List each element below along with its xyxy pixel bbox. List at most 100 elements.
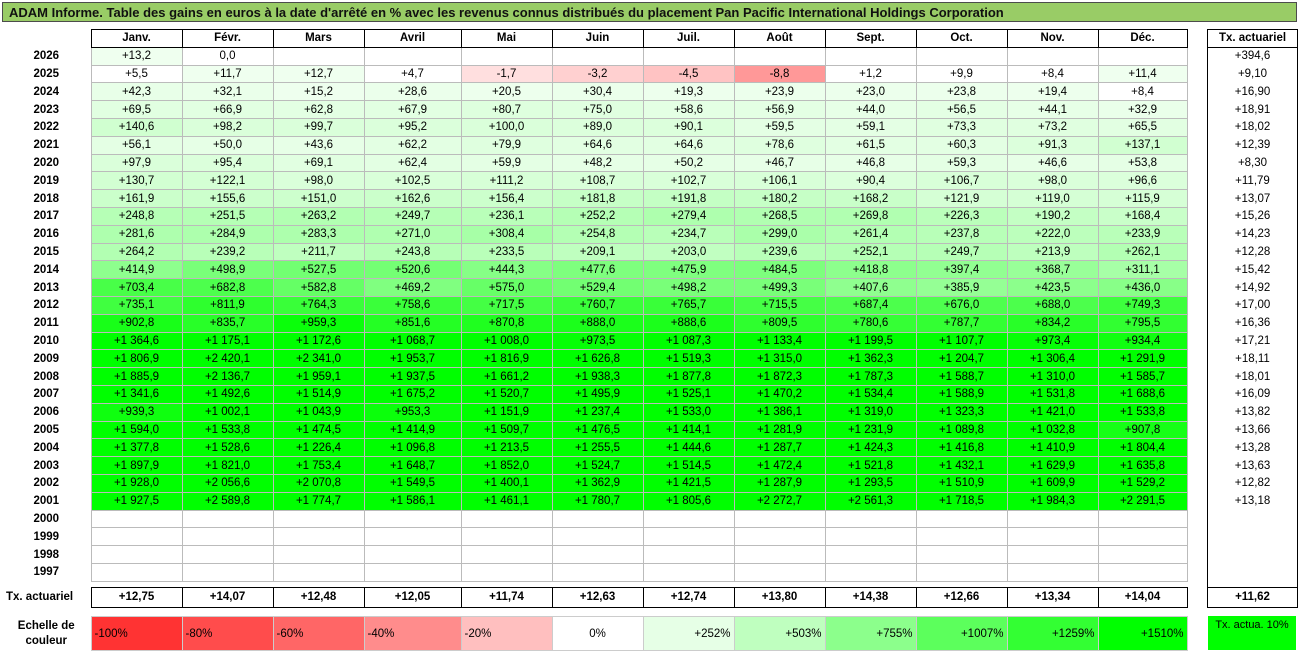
overall-rate-cell: +11,62 <box>1207 586 1298 608</box>
rate-cell: +14,92 <box>1207 278 1298 297</box>
gain-cell: +98,0 <box>272 171 365 191</box>
gain-cell: +385,9 <box>915 278 1008 297</box>
rate-cell: +18,02 <box>1207 118 1298 137</box>
gain-cell: +498,9 <box>181 260 274 280</box>
gain-cell: +888,6 <box>642 313 735 333</box>
gain-cell <box>733 509 826 529</box>
gain-cell: +1 928,0 <box>90 473 183 493</box>
gain-cell: +98,2 <box>181 117 274 137</box>
gain-cell: +1 531,8 <box>1006 384 1099 404</box>
month-rate-cell: +14,04 <box>1097 586 1188 608</box>
gain-cell <box>272 527 365 547</box>
year-label: 2015 <box>33 245 60 258</box>
gain-cell: +520,6 <box>363 260 462 280</box>
gain-cell: +155,6 <box>181 189 274 208</box>
gain-cell: -4,5 <box>642 64 735 84</box>
gain-cell: +122,1 <box>181 171 274 191</box>
gain-cell: +787,7 <box>915 313 1008 333</box>
gain-cell: +939,3 <box>90 402 183 422</box>
gain-cell: +213,9 <box>1006 242 1099 262</box>
gain-cell: +162,6 <box>363 189 462 208</box>
gain-cell: +234,7 <box>642 224 735 244</box>
table-row: 2013 +703,4 +682,8 +582,8 +469,2 +575,0 +529,4… <box>2 278 1188 297</box>
gain-cell <box>460 545 553 564</box>
report-title: ADAM Informe. Table des gains en euros à… <box>2 2 1297 22</box>
gain-cell <box>733 46 826 66</box>
gain-cell <box>642 527 735 547</box>
gain-cell: +973,5 <box>551 331 644 351</box>
rate-cell: +12,39 <box>1207 136 1298 155</box>
gain-cell: +1 852,0 <box>460 456 553 475</box>
gain-cell: +1 519,3 <box>642 349 735 369</box>
gain-cell: +765,7 <box>642 295 735 315</box>
gain-cell: +1 089,8 <box>915 420 1008 440</box>
year-label: 2026 <box>33 50 60 63</box>
gain-cell: +758,6 <box>363 295 462 315</box>
gain-cell: +237,8 <box>915 224 1008 244</box>
month-header: Mars <box>272 29 364 48</box>
month-header: Juin <box>551 29 643 48</box>
legend-swatch: +755% <box>824 616 917 651</box>
gain-cell: +168,2 <box>824 189 917 208</box>
gain-cell: +271,0 <box>363 224 462 244</box>
gain-cell: +156,4 <box>460 189 553 208</box>
gain-cell: +64,6 <box>642 135 735 155</box>
gain-cell: +233,5 <box>460 242 553 262</box>
gain-cell: +902,8 <box>90 313 183 333</box>
month-header: Nov. <box>1006 29 1098 48</box>
gain-cell <box>642 562 735 582</box>
gain-cell <box>181 562 274 582</box>
gain-cell: +59,5 <box>733 117 826 137</box>
gain-cell: +682,8 <box>181 278 274 297</box>
gain-cell: +69,1 <box>272 153 365 173</box>
table-row: 2023 +69,5 +66,9 +62,8 +67,9 +80,7 +75,0 +58,6 +… <box>2 100 1188 119</box>
gain-cell: +1 416,8 <box>915 438 1008 458</box>
gain-cell: +8,4 <box>1097 82 1188 102</box>
gain-cell: +1 319,0 <box>824 402 917 422</box>
gain-cell: +1 533,8 <box>1097 402 1188 422</box>
year-label: 2002 <box>33 477 60 490</box>
gain-cell <box>642 46 735 66</box>
gain-cell: +959,3 <box>272 313 365 333</box>
gain-cell: +121,9 <box>915 189 1008 208</box>
gain-cell: +1 588,9 <box>915 384 1008 404</box>
year-label: 1999 <box>33 530 60 543</box>
gain-cell <box>460 509 553 529</box>
gain-cell: +811,9 <box>181 295 274 315</box>
gain-cell: +1 341,6 <box>90 384 183 404</box>
gain-cell: +48,2 <box>551 153 644 173</box>
gain-cell: +50,2 <box>642 153 735 173</box>
gain-cell <box>1006 527 1099 547</box>
gain-cell: +764,3 <box>272 295 365 315</box>
gain-cell: +1 984,3 <box>1006 491 1099 511</box>
gain-cell: +436,0 <box>1097 278 1188 297</box>
gain-cell: +1 821,0 <box>181 456 274 475</box>
gain-cell: +222,0 <box>1006 224 1099 244</box>
gain-cell: +1 364,6 <box>90 331 183 351</box>
gain-cell: +1 281,9 <box>733 420 826 440</box>
rate-column-table: Tx. actuariel +394,6 +9,10 +16,90 +18,91 +18,… <box>1207 29 1298 608</box>
rate-cell: +9,10 <box>1207 65 1298 83</box>
year-label: 2001 <box>33 495 60 508</box>
year-label: 2021 <box>33 139 60 152</box>
gain-cell: +1 626,8 <box>551 349 644 369</box>
table-row: 2020 +97,9 +95,4 +69,1 +62,4 +59,9 +48,2 +50,2 +… <box>2 153 1188 173</box>
gain-cell: +1 806,9 <box>90 349 183 369</box>
legend-swatch: 0% <box>551 616 644 651</box>
gain-cell: +1 927,5 <box>90 491 183 511</box>
table-row: 2018 +161,9 +155,6 +151,0 +162,6 +156,4 +181,8… <box>2 189 1188 208</box>
gain-cell: +368,7 <box>1006 260 1099 280</box>
gain-cell: +1 804,4 <box>1097 438 1188 458</box>
table-row: 2000 <box>2 509 1188 529</box>
year-label: 2006 <box>33 406 60 419</box>
gain-cell: +529,4 <box>551 278 644 297</box>
gain-cell: +1 287,7 <box>733 438 826 458</box>
gain-cell: +2 589,8 <box>181 491 274 511</box>
gain-cell <box>915 545 1008 564</box>
gain-cell <box>642 545 735 564</box>
gain-cell <box>824 545 917 564</box>
gain-cell: +1 287,9 <box>733 473 826 493</box>
gain-cell: +65,5 <box>1097 117 1188 137</box>
gain-cell <box>551 46 644 66</box>
gain-cell: +99,7 <box>272 117 365 137</box>
